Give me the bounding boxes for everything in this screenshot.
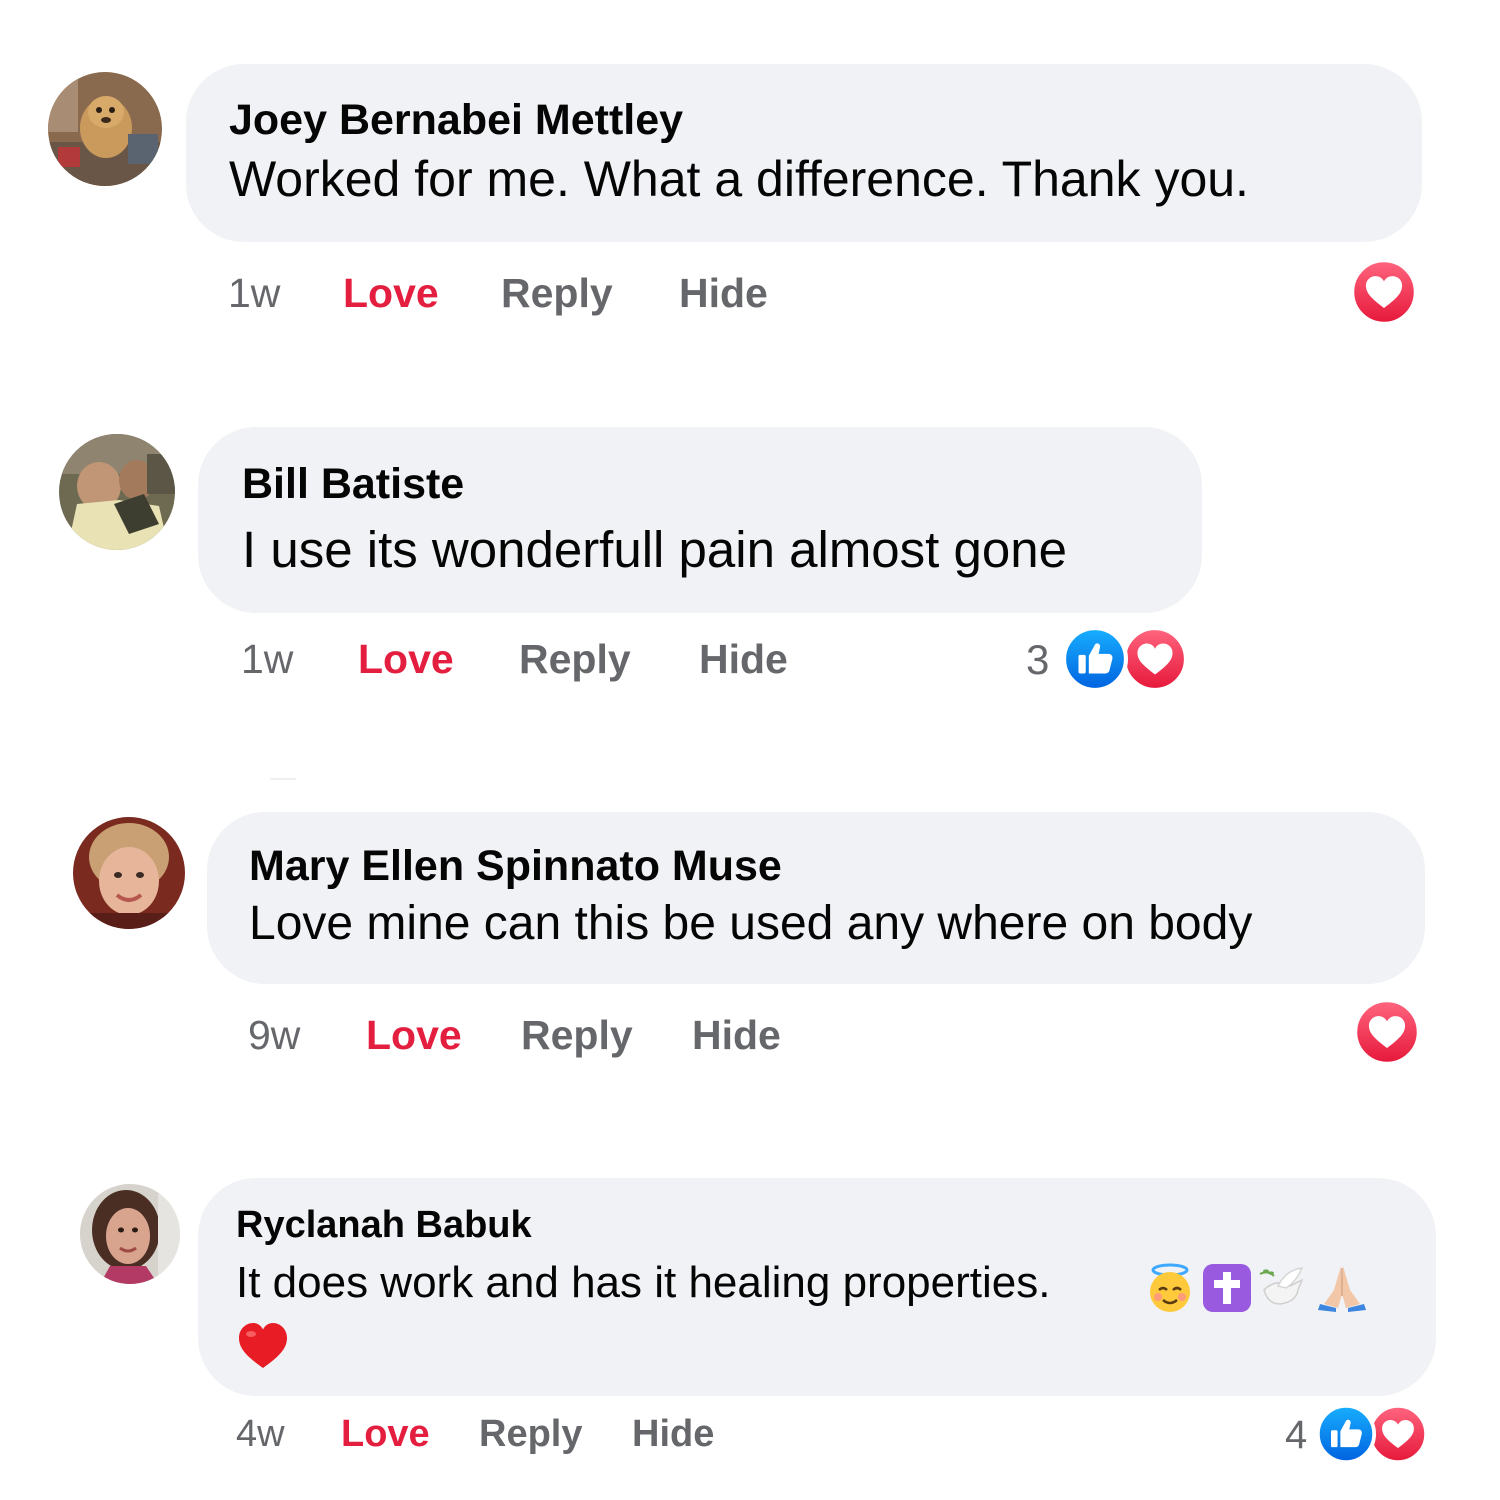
comment-author[interactable]: Joey Bernabei Mettley xyxy=(229,96,683,145)
reaction-count[interactable]: 3 xyxy=(1026,636,1049,684)
comment-timestamp[interactable]: 9w xyxy=(248,1012,300,1059)
comment-text: It does work and has it healing properti… xyxy=(236,1258,1051,1307)
dog-photo-icon xyxy=(48,72,162,186)
folded-hands-icon xyxy=(1318,1266,1366,1312)
love-button[interactable]: Love xyxy=(343,270,439,317)
love-button[interactable]: Love xyxy=(366,1012,462,1059)
like-reaction-icon[interactable] xyxy=(1062,626,1128,692)
reply-button[interactable]: Reply xyxy=(479,1413,582,1456)
love-button[interactable]: Love xyxy=(341,1413,430,1456)
comment-timestamp[interactable]: 1w xyxy=(241,636,293,683)
love-reaction-icon[interactable] xyxy=(1350,258,1418,326)
comment-text: Love mine can this be used any where on … xyxy=(249,897,1253,950)
comment-author[interactable]: Mary Ellen Spinnato Muse xyxy=(249,842,782,891)
hide-button[interactable]: Hide xyxy=(632,1413,714,1456)
red-heart-icon xyxy=(239,1323,287,1368)
love-reaction-icon[interactable] xyxy=(1353,998,1421,1066)
hide-button[interactable]: Hide xyxy=(699,636,788,683)
comment-text: Worked for me. What a difference. Thank … xyxy=(229,151,1249,207)
avatar[interactable] xyxy=(48,72,162,186)
person-photo-icon xyxy=(59,434,175,550)
love-button[interactable]: Love xyxy=(358,636,454,683)
smiling-face-with-halo-icon xyxy=(1150,1263,1190,1312)
comment-author[interactable]: Ryclanah Babuk xyxy=(236,1204,532,1247)
hide-button[interactable]: Hide xyxy=(692,1012,781,1059)
comment-text: I use its wonderfull pain almost gone xyxy=(242,521,1067,578)
avatar[interactable] xyxy=(59,434,175,550)
person-photo-icon xyxy=(73,817,185,929)
hide-button[interactable]: Hide xyxy=(679,270,768,317)
love-reaction-icon[interactable] xyxy=(1368,1404,1428,1464)
reply-button[interactable]: Reply xyxy=(501,270,613,317)
comment-author[interactable]: Bill Batiste xyxy=(242,460,464,509)
comment-timestamp[interactable]: 4w xyxy=(236,1413,285,1456)
reaction-count[interactable]: 4 xyxy=(1285,1413,1307,1458)
like-reaction-icon[interactable] xyxy=(1316,1404,1376,1464)
person-photo-icon xyxy=(80,1184,180,1284)
reply-button[interactable]: Reply xyxy=(519,636,631,683)
dove-icon xyxy=(1259,1267,1304,1305)
love-reaction-icon[interactable] xyxy=(1122,626,1188,692)
avatar[interactable] xyxy=(80,1184,180,1284)
divider xyxy=(270,778,296,780)
avatar[interactable] xyxy=(73,817,185,929)
reply-button[interactable]: Reply xyxy=(521,1012,633,1059)
latin-cross-icon xyxy=(1203,1264,1251,1312)
comment-timestamp[interactable]: 1w xyxy=(228,270,280,317)
